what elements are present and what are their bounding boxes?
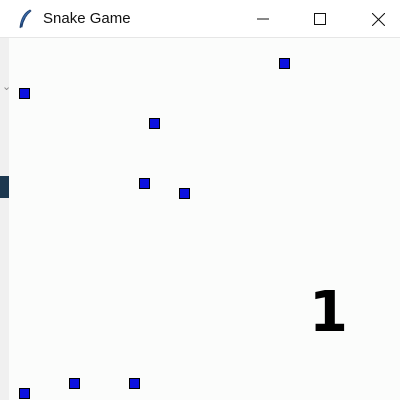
score-display: 1: [309, 280, 348, 345]
snake-segment: [129, 378, 140, 389]
snake-segment: [19, 88, 30, 99]
window-title: Snake Game: [43, 10, 131, 27]
snake-segment: [139, 178, 150, 189]
title-bar[interactable]: Snake Game: [0, 0, 400, 38]
snake-segment: [19, 388, 30, 399]
snake-segment: [279, 58, 290, 69]
snake-game-window: rt ⌄ Snake Game: [0, 0, 400, 400]
minimize-icon: [257, 13, 269, 25]
maximize-icon: [314, 13, 326, 25]
background-window-edge: rt ⌄: [0, 0, 11, 400]
minimize-button[interactable]: [240, 0, 286, 38]
background-selected-row: [0, 176, 9, 198]
feather-icon: [17, 9, 35, 29]
close-icon: [371, 12, 385, 26]
game-canvas[interactable]: 1: [9, 39, 400, 400]
snake-segment: [69, 378, 80, 389]
snake-segment: [179, 188, 190, 199]
close-button[interactable]: [355, 0, 400, 38]
maximize-button[interactable]: [297, 0, 343, 38]
snake-segment: [149, 118, 160, 129]
